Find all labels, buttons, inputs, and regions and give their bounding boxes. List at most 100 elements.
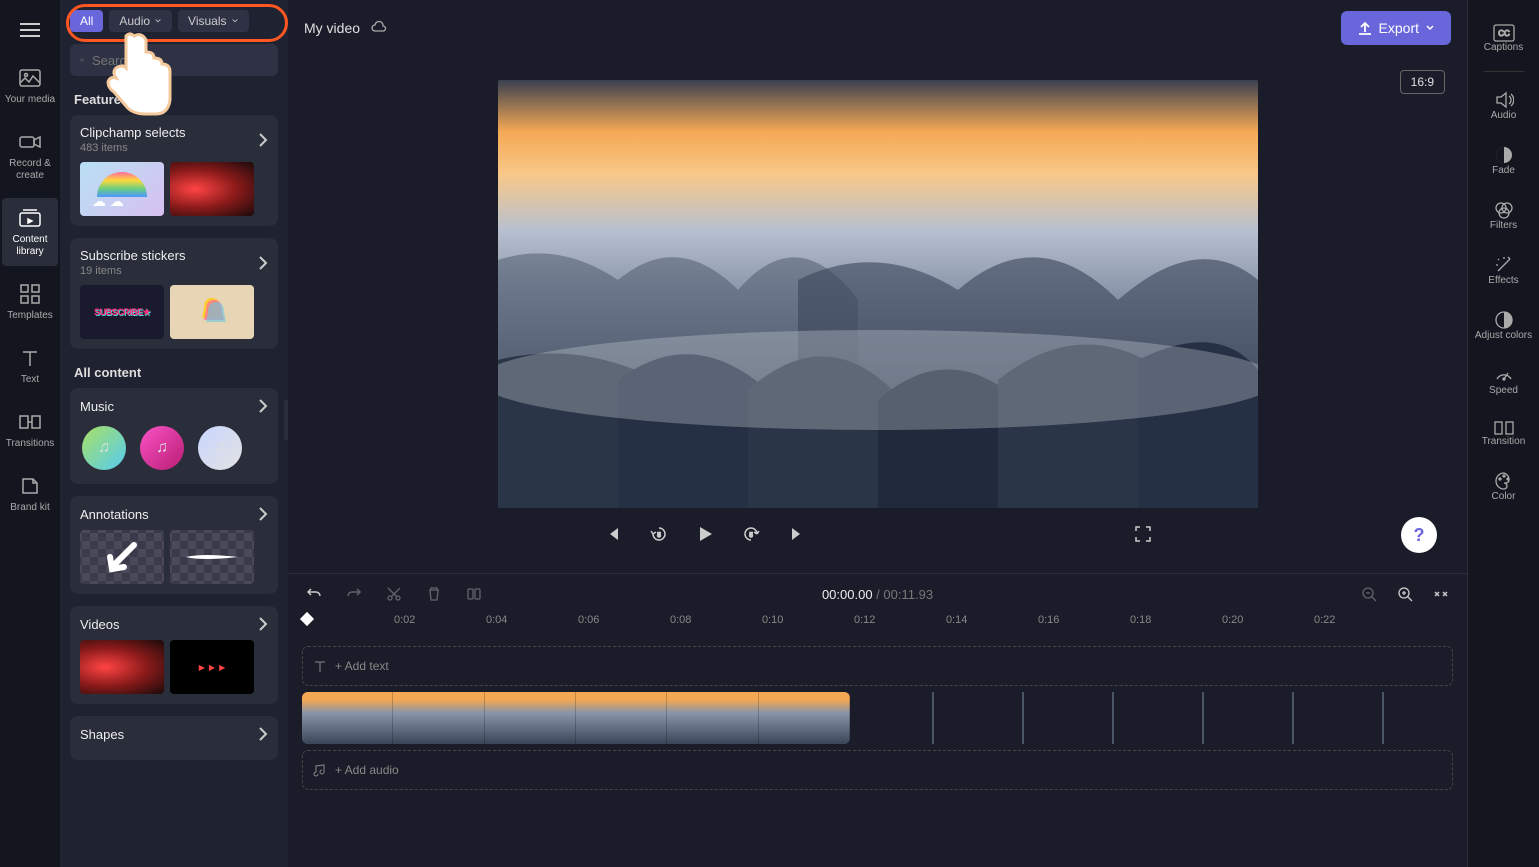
thumbnail-rainbow[interactable]: [80, 162, 164, 216]
preview-area: 16:9 5 5 ?: [288, 56, 1467, 573]
hamburger-menu[interactable]: [10, 10, 50, 50]
cut-button[interactable]: [382, 582, 406, 606]
rewind-button[interactable]: 5: [647, 522, 671, 546]
chevron-right-icon: [258, 616, 268, 632]
ruler-tick: 0:10: [762, 614, 854, 638]
video-clip[interactable]: [302, 692, 850, 744]
nav-transitions[interactable]: Transitions: [2, 402, 58, 458]
audio-track[interactable]: + Add audio: [302, 750, 1453, 790]
filter-visuals[interactable]: Visuals: [178, 10, 248, 32]
nav-label: Text: [21, 374, 39, 386]
fullscreen-button[interactable]: [1131, 522, 1155, 546]
rp-transition[interactable]: Transition: [1472, 410, 1536, 457]
thumbnail-video-1[interactable]: [80, 640, 164, 694]
split-button[interactable]: [462, 582, 486, 606]
thumbnail-subscribe[interactable]: SUBSCRIBE★: [80, 285, 164, 339]
total-duration: 00:11.93: [883, 587, 933, 602]
nav-label: Transitions: [6, 438, 55, 450]
thumbnail-bell[interactable]: [170, 285, 254, 339]
rp-captions[interactable]: CCCaptions: [1472, 14, 1536, 63]
image-icon: [18, 66, 42, 90]
rp-speed[interactable]: Speed: [1472, 355, 1536, 406]
filter-label: Audio: [119, 14, 150, 28]
annotations-card: Annotations: [70, 496, 278, 594]
video-track[interactable]: [302, 692, 1453, 744]
redo-button[interactable]: [342, 582, 366, 606]
search-icon: [80, 52, 84, 68]
rp-audio[interactable]: Audio: [1472, 80, 1536, 131]
play-button[interactable]: [693, 522, 717, 546]
thumbnail-video-2[interactable]: ▶▶▶: [170, 640, 254, 694]
nav-label: Brand kit: [10, 502, 49, 514]
music-thumbnail-2[interactable]: ♫: [140, 426, 184, 470]
rp-filters[interactable]: Filters: [1472, 190, 1536, 241]
card-header[interactable]: Videos: [80, 616, 268, 632]
nav-text[interactable]: Text: [2, 338, 58, 394]
delete-button[interactable]: [422, 582, 446, 606]
aspect-ratio-button[interactable]: 16:9: [1400, 70, 1445, 94]
forward-button[interactable]: 5: [739, 522, 763, 546]
skip-forward-button[interactable]: [785, 522, 809, 546]
ruler-tick: 0:02: [394, 614, 486, 638]
gauge-icon: [1494, 365, 1514, 385]
card-header[interactable]: Shapes: [80, 726, 268, 742]
right-properties-panel: CCCaptions Audio Fade Filters Effects Ad…: [1467, 0, 1539, 867]
timeline-ruler[interactable]: 0:02 0:04 0:06 0:08 0:10 0:12 0:14 0:16 …: [288, 614, 1467, 638]
rp-color[interactable]: Color: [1472, 461, 1536, 512]
music-thumbnail-1[interactable]: ♫: [82, 426, 126, 470]
chevron-right-icon: [258, 506, 268, 522]
zoom-out-button[interactable]: [1357, 582, 1381, 606]
card-header[interactable]: Clipchamp selects 483 items: [80, 125, 268, 154]
nav-templates[interactable]: Templates: [2, 274, 58, 330]
thumbnail-brush[interactable]: [170, 530, 254, 584]
rp-label: Adjust colors: [1475, 330, 1532, 341]
thumbnail-spark[interactable]: [170, 162, 254, 216]
music-thumbnail-3[interactable]: ♫: [198, 426, 242, 470]
export-label: Export: [1379, 20, 1419, 36]
nav-label: Templates: [7, 310, 53, 322]
speaker-icon: [1494, 90, 1514, 110]
subscribe-stickers-card: Subscribe stickers 19 items SUBSCRIBE★: [70, 238, 278, 349]
nav-record-create[interactable]: Record & create: [2, 122, 58, 190]
skip-back-button[interactable]: [601, 522, 625, 546]
camera-icon: [18, 130, 42, 154]
rp-fade[interactable]: Fade: [1472, 135, 1536, 186]
content-library-panel: All Audio Visuals Featured Clipchamp sel…: [60, 0, 288, 867]
text-icon: [18, 346, 42, 370]
ruler-tick: 0:14: [946, 614, 1038, 638]
filter-all[interactable]: All: [70, 10, 103, 32]
ruler-tick: 0:22: [1314, 614, 1406, 638]
card-header[interactable]: Annotations: [80, 506, 268, 522]
search-box[interactable]: [70, 44, 278, 76]
help-button[interactable]: ?: [1401, 517, 1437, 553]
filter-label: All: [80, 14, 93, 28]
nav-your-media[interactable]: Your media: [2, 58, 58, 114]
main-area: My video Export 16:9 5: [288, 0, 1467, 867]
card-header[interactable]: Music: [80, 398, 268, 414]
nav-brand-kit[interactable]: Brand kit: [2, 466, 58, 522]
rp-effects[interactable]: Effects: [1472, 245, 1536, 296]
nav-label: Your media: [5, 94, 55, 106]
video-canvas[interactable]: [498, 80, 1258, 508]
filter-audio[interactable]: Audio: [109, 10, 172, 32]
search-input[interactable]: [92, 53, 268, 68]
card-header[interactable]: Subscribe stickers 19 items: [80, 248, 268, 277]
rp-adjust-colors[interactable]: Adjust colors: [1472, 300, 1536, 351]
chevron-right-icon: [258, 255, 268, 271]
export-button[interactable]: Export: [1341, 11, 1451, 45]
shapes-card: Shapes: [70, 716, 278, 760]
nav-label: Record & create: [4, 158, 56, 182]
project-title: My video: [304, 20, 360, 36]
thumbnail-arrow[interactable]: [80, 530, 164, 584]
nav-content-library[interactable]: Content library: [2, 198, 58, 266]
zoom-in-button[interactable]: [1393, 582, 1417, 606]
project-name[interactable]: My video: [304, 19, 388, 37]
brand-icon: [18, 474, 42, 498]
music-card: Music ♫ ♫ ♫: [70, 388, 278, 484]
undo-button[interactable]: [302, 582, 326, 606]
card-title: Annotations: [80, 507, 149, 522]
contrast-icon: [1494, 310, 1514, 330]
fit-zoom-button[interactable]: [1429, 582, 1453, 606]
text-track[interactable]: + Add text: [302, 646, 1453, 686]
timeline-toolbar: 00:00.00 / 00:11.93: [288, 574, 1467, 614]
